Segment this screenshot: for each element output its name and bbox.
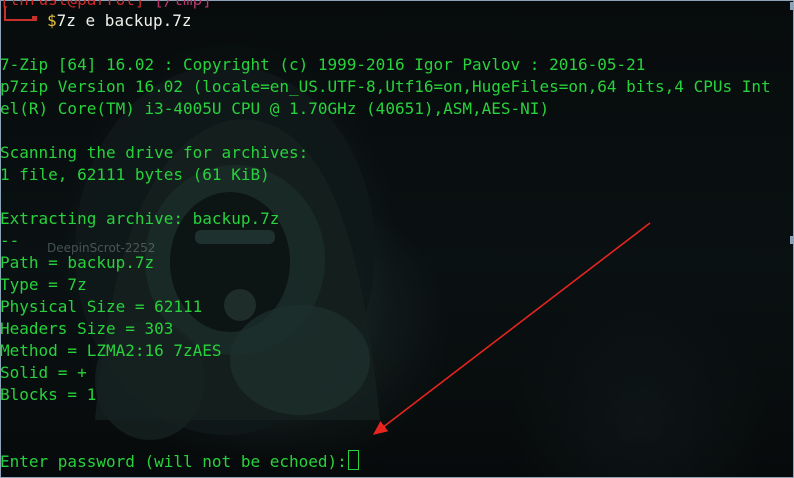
annotation-arrow [372,222,651,435]
terminal-window[interactable]: [thrust@parrot]─[/tmp] $7z e backup.7z 7… [0,0,794,478]
scroll-marker-middle [790,236,794,244]
scroll-marker-top [790,2,794,10]
